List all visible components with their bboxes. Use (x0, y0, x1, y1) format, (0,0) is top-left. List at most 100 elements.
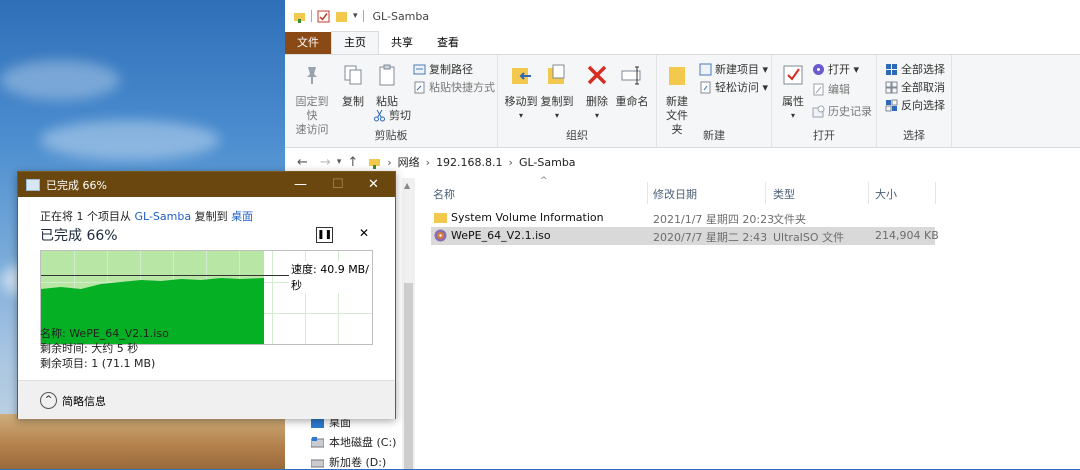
history-label: 历史记录 (828, 105, 872, 118)
easy-access-label: 轻松访问 ▾ (715, 81, 769, 94)
pause-button[interactable]: ❚❚ (316, 227, 333, 243)
breadcrumb-share[interactable]: GL-Samba (519, 156, 576, 169)
column-header-name[interactable]: 名称 (433, 186, 455, 202)
nav-scrollbar[interactable]: ▲ (402, 178, 415, 469)
delete-button[interactable]: 删除 ▾ (584, 63, 610, 123)
history-button[interactable]: 历史记录 (812, 103, 872, 119)
file-row[interactable]: System Volume Information 2021/1/7 星期四 2… (431, 209, 935, 227)
dialog-title: 已完成 66% (46, 178, 107, 192)
select-none-label: 全部取消 (901, 81, 945, 94)
scissors-icon (374, 109, 385, 121)
select-all-button[interactable]: 全部选择 (885, 61, 945, 77)
properties-button[interactable]: 属性 ▾ (778, 63, 808, 123)
tab-view[interactable]: 查看 (425, 32, 471, 54)
select-none-icon (885, 81, 898, 93)
pin-quick-access-button[interactable]: 固定到快 速访问 (291, 63, 333, 137)
open-button[interactable]: 打开 ▾ (812, 61, 859, 77)
scroll-thumb[interactable] (404, 283, 413, 469)
nav-item-drive-c[interactable]: 本地磁盘 (C:) (311, 434, 396, 450)
recent-dropdown-icon[interactable]: ▾ (337, 157, 342, 167)
scroll-up-icon[interactable]: ▲ (404, 181, 410, 190)
nav-item-drive-d[interactable]: 新加卷 (D:) (311, 454, 386, 470)
breadcrumb-host[interactable]: 192.168.8.1 (436, 156, 502, 169)
paste-shortcut-icon (414, 81, 425, 93)
close-window-icon[interactable]: ✕ (368, 177, 379, 192)
cut-button[interactable]: 剪切 (373, 107, 411, 123)
organize-group-label: 组织 (566, 129, 588, 142)
clipboard-group-label: 剪贴板 (374, 129, 408, 142)
move-to-icon (512, 68, 531, 84)
copy-to-label: 复制到 (540, 95, 574, 108)
easy-access-button[interactable]: 轻松访问 ▾ (699, 79, 768, 95)
new-folder-icon (669, 67, 685, 85)
select-group-label: 选择 (903, 129, 925, 142)
open-group-label: 打开 (813, 129, 835, 142)
breadcrumb-network[interactable]: 网络 (398, 154, 420, 170)
new-folder-icon[interactable] (335, 10, 348, 23)
back-arrow-icon[interactable]: ← (297, 155, 308, 170)
iso-disc-icon (434, 229, 447, 242)
file-date: 2020/7/7 星期二 2:43 (653, 231, 768, 244)
new-folder-button[interactable]: 新建 文件夹 (661, 63, 693, 137)
column-header-size[interactable]: 大小 (875, 186, 897, 202)
paste-button[interactable]: 粘贴 (373, 63, 401, 109)
chevron-up-icon[interactable]: ^ (40, 392, 57, 409)
copy-to-button[interactable]: 复制到 ▾ (540, 63, 574, 123)
paste-icon (379, 64, 395, 86)
select-none-button[interactable]: 全部取消 (885, 79, 945, 95)
source-link[interactable]: GL-Samba (135, 210, 192, 223)
properties-icon (783, 65, 803, 85)
speed-label: 速度: 40.9 MB/秒 (289, 261, 372, 293)
folder-icon (434, 213, 447, 223)
paste-shortcut-button[interactable]: 粘贴快捷方式 (413, 79, 495, 95)
rename-button[interactable]: 重命名 (614, 63, 650, 109)
fewer-details-button[interactable]: 简略信息 (62, 393, 106, 409)
up-arrow-icon[interactable]: ↑ (347, 155, 358, 170)
dialog-footer: ^ 简略信息 (18, 380, 395, 419)
new-item-button[interactable]: 新建项目 ▾ (699, 61, 768, 77)
tab-home[interactable]: 主页 (331, 31, 379, 54)
file-name: WePE_64_V2.1.iso (451, 229, 551, 242)
forward-arrow-icon[interactable]: → (320, 155, 331, 170)
paste-shortcut-label: 粘贴快捷方式 (429, 81, 495, 94)
tab-share[interactable]: 共享 (379, 32, 425, 54)
cancel-copy-button[interactable]: ✕ (359, 226, 369, 240)
new-item-label: 新建项目 ▾ (715, 63, 769, 76)
file-row-selected[interactable]: WePE_64_V2.1.iso 2020/7/7 星期二 2:43 Ultra… (431, 227, 939, 245)
invert-selection-button[interactable]: 反向选择 (885, 97, 945, 113)
copy-path-button[interactable]: 复制路径 (413, 61, 473, 77)
open-group: 属性 ▾ 打开 ▾ 编辑 历史记录 打开 (772, 55, 877, 147)
qa-dropdown-icon[interactable]: ▾ (353, 11, 358, 21)
properties-label: 属性 (782, 95, 804, 108)
new-group-label: 新建 (703, 129, 725, 142)
wallpaper-cloud (40, 120, 220, 160)
file-size: 214,904 KB (875, 229, 939, 242)
file-list: ^ 名称 修改日期 类型 大小 System Volume Informatio… (425, 176, 1080, 469)
new-group: 新建 文件夹 新建项目 ▾ 轻松访问 ▾ 新建 (657, 55, 772, 147)
breadcrumb[interactable]: › 网络 › 192.168.8.1 › GL-Samba (368, 154, 576, 170)
column-header-type[interactable]: 类型 (773, 186, 795, 202)
edit-icon (813, 83, 824, 95)
drive-d-icon (311, 459, 324, 467)
progress-heading: 已完成 66% (40, 228, 118, 244)
select-all-icon (886, 63, 897, 75)
edit-button[interactable]: 编辑 (812, 81, 850, 97)
maximize-icon: ☐ (332, 177, 344, 192)
copy-button[interactable]: 复制 (339, 63, 367, 109)
rename-icon (621, 66, 641, 85)
organize-group: 移动到 ▾ 复制到 ▾ 删除 ▾ 重命名 组织 (498, 55, 657, 147)
select-group: 全部选择 全部取消 反向选择 选择 (877, 55, 952, 147)
copy-label: 复制 (342, 95, 364, 108)
column-header-date[interactable]: 修改日期 (653, 186, 697, 202)
delete-x-icon (587, 65, 607, 85)
clipboard-group: 固定到快 速访问 复制 粘贴 复制路径 粘贴快捷方式 剪切 剪贴板 (285, 55, 498, 147)
items-remaining-info: 剩余项目: 1 (71.1 MB) (40, 357, 156, 370)
delete-label: 删除 (586, 95, 608, 108)
file-name: System Volume Information (451, 211, 604, 224)
destination-link[interactable]: 桌面 (231, 210, 253, 223)
move-to-button[interactable]: 移动到 ▾ (504, 63, 538, 123)
tab-file[interactable]: 文件 (285, 32, 331, 54)
properties-check-icon[interactable] (317, 10, 330, 23)
minimize-icon[interactable]: — (294, 177, 307, 192)
sort-arrow-icon: ^ (540, 176, 548, 186)
